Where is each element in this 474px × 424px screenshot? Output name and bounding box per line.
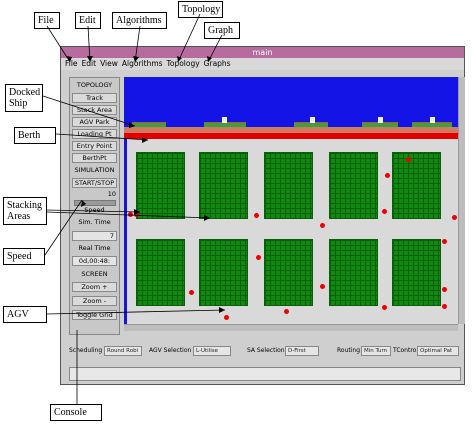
agv	[284, 309, 289, 314]
stacking-area	[392, 239, 441, 306]
track-left	[124, 139, 127, 324]
routing-label: Routing	[337, 347, 361, 354]
stacking-area	[329, 239, 378, 306]
horizontal-scrollbar[interactable]	[124, 324, 458, 331]
agv	[189, 290, 194, 295]
berth-line	[124, 133, 458, 139]
agv	[254, 213, 259, 218]
zoom-out-button[interactable]: Zoom -	[72, 296, 117, 306]
callout-berth: Berth	[14, 127, 56, 144]
stacking-area	[199, 239, 248, 306]
agv-selection-select[interactable]: L-Utilise	[193, 346, 231, 356]
agv	[442, 304, 447, 309]
berth-pt-button[interactable]: BerthPt	[72, 153, 117, 163]
routing-select[interactable]: Min Turn	[361, 346, 391, 356]
menu-algorithms[interactable]: Algorithms	[122, 58, 163, 70]
real-time-label: Real Time	[78, 244, 111, 252]
agv	[442, 239, 447, 244]
menu-graphs[interactable]: Graphs	[204, 58, 231, 70]
callout-agv: AGV	[3, 306, 47, 323]
menu-view[interactable]: View	[100, 58, 118, 70]
window-title: main	[61, 47, 464, 58]
stacking-area	[329, 152, 378, 219]
menu-file[interactable]: File	[65, 58, 78, 70]
callout-speed: Speed	[3, 248, 45, 265]
console-field[interactable]	[69, 367, 461, 381]
agv	[320, 223, 325, 228]
agv	[382, 305, 387, 310]
sim-time-label: Sim. Time	[78, 218, 111, 226]
algorithm-bar: Scheduling Round Robi AGV Selection L-Ut…	[69, 343, 461, 359]
callout-file: File	[34, 12, 60, 29]
agv	[382, 209, 387, 214]
toggle-grid-button[interactable]: Toggle Grid	[72, 310, 117, 320]
scheduling-select[interactable]: Round Robi	[104, 346, 142, 356]
simulation-canvas[interactable]	[124, 77, 458, 324]
stacking-area	[264, 239, 313, 306]
sea-area	[124, 77, 458, 127]
callout-algorithms: Algorithms	[112, 12, 167, 29]
agv	[406, 157, 411, 162]
entry-point-button[interactable]: Entry Point	[72, 141, 117, 151]
speed-value: 10	[107, 190, 116, 198]
agv-selection-label: AGV Selection	[149, 347, 192, 354]
tcontrol-select[interactable]: Optimal Pat	[417, 346, 459, 356]
main-window: main File Edit View Algorithms Topology Graph…	[60, 46, 465, 385]
simulation-header: SIMULATION	[74, 166, 115, 174]
agv	[442, 287, 447, 292]
agv	[320, 284, 325, 289]
topology-header: TOPOLOGY	[76, 81, 113, 89]
stack-area-button[interactable]: Stack Area	[72, 105, 117, 115]
tcontrol-label: TContro	[393, 347, 417, 354]
sa-selection-select[interactable]: D-First	[285, 346, 319, 356]
callout-stacking-areas: Stacking Areas	[3, 197, 47, 225]
callout-console: Console	[50, 404, 102, 421]
agv	[224, 315, 229, 320]
sim-time-field: 7	[72, 231, 117, 241]
sa-selection-label: SA Selection	[247, 347, 285, 354]
zoom-in-button[interactable]: Zoom +	[72, 282, 117, 292]
real-time-field: 0d,00:48:	[72, 256, 117, 266]
agv	[256, 255, 261, 260]
ship-bridge	[310, 117, 315, 123]
callout-docked-ship: Docked Ship	[5, 84, 43, 112]
stacking-area	[199, 152, 248, 219]
menu-bar: File Edit View Algorithms Topology Graphs	[61, 58, 464, 70]
ship-bridge	[222, 117, 227, 123]
ship-bridge	[378, 117, 383, 123]
start-stop-button[interactable]: START/STOP	[72, 178, 117, 188]
menu-edit[interactable]: Edit	[82, 58, 97, 70]
agv	[134, 212, 139, 217]
stacking-area	[264, 152, 313, 219]
agv	[452, 215, 457, 220]
track-button[interactable]: Track	[72, 93, 117, 103]
vertical-scrollbar[interactable]	[458, 77, 465, 324]
loading-pt-button[interactable]: Loading Pt	[72, 129, 117, 139]
stacking-area	[136, 152, 185, 219]
speed-label: Speed	[84, 206, 105, 214]
screen-header: SCREEN	[81, 270, 108, 278]
stacking-area	[392, 152, 441, 219]
callout-topology: Topology	[178, 1, 223, 18]
agv-park-button[interactable]: AGV Park	[72, 117, 117, 127]
stacking-area	[136, 239, 185, 306]
callout-edit: Edit	[75, 12, 101, 29]
agv	[385, 173, 390, 178]
menu-topology[interactable]: Topology	[167, 58, 200, 70]
scheduling-label: Scheduling	[69, 347, 103, 354]
control-panel: TOPOLOGY Track Stack Area AGV Park Loadi…	[69, 77, 120, 335]
callout-graph: Graph	[204, 22, 240, 39]
agv	[128, 212, 133, 217]
ship-bridge	[430, 117, 435, 123]
